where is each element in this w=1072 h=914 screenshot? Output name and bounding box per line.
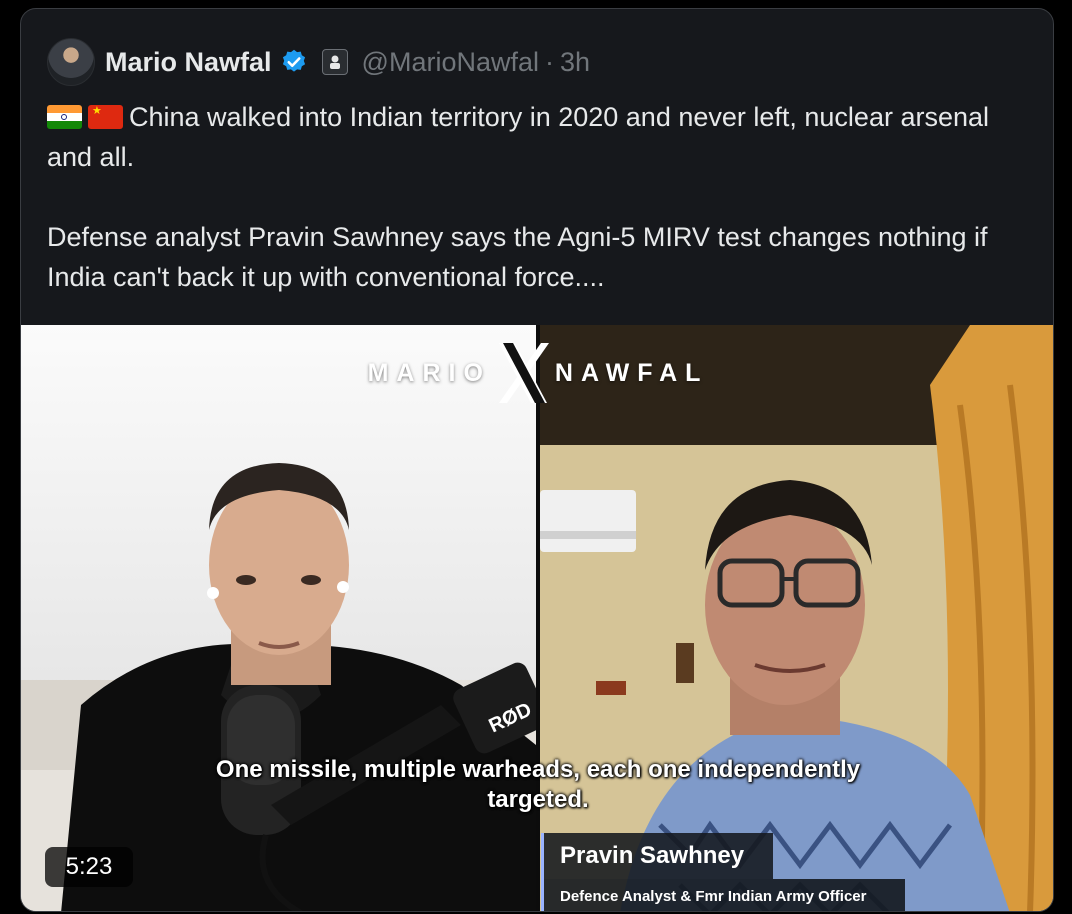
guest-video-panel bbox=[540, 325, 1053, 911]
timestamp[interactable]: 3h bbox=[560, 47, 590, 78]
tweet-paragraph-2: Defense analyst Pravin Sawhney says the … bbox=[47, 222, 988, 292]
author-handle[interactable]: @MarioNawfal bbox=[362, 47, 539, 78]
affiliate-badge-icon[interactable] bbox=[321, 49, 348, 75]
tweet-text: China walked into Indian territory in 20… bbox=[47, 97, 1037, 297]
video-duration-badge: 5:23 bbox=[45, 847, 133, 887]
avatar[interactable] bbox=[47, 38, 95, 86]
x-logo-icon bbox=[498, 343, 549, 403]
dot-separator: · bbox=[545, 46, 554, 77]
tweet-paragraph: China walked into Indian territory in 20… bbox=[47, 97, 1037, 177]
tweet-text-line-1: China walked into Indian territory in 20… bbox=[47, 102, 990, 172]
video-subtitle: One missile, multiple warheads, each one… bbox=[215, 756, 861, 813]
author-name[interactable]: Mario Nawfal bbox=[105, 47, 272, 78]
video-player[interactable]: RØD MARIO NAWFAL One missile, multiple w… bbox=[21, 325, 1053, 911]
tweet-card[interactable]: Mario Nawfal @MarioNawfal · 3h China wal… bbox=[20, 8, 1054, 912]
brand-watermark: MARIO NAWFAL bbox=[21, 343, 1053, 403]
brand-right-text: NAWFAL bbox=[554, 358, 709, 387]
india-flag-icon bbox=[47, 105, 82, 129]
guest-name-lower-third: Pravin Sawhney bbox=[541, 833, 773, 879]
host-video-panel: RØD bbox=[21, 325, 536, 911]
verified-badge-icon[interactable] bbox=[280, 48, 308, 76]
guest-title-lower-third: Defence Analyst & Fmr Indian Army Office… bbox=[541, 879, 905, 911]
brand-left-text: MARIO bbox=[367, 358, 491, 387]
china-flag-icon bbox=[88, 105, 123, 129]
tweet-header: Mario Nawfal @MarioNawfal · 3h bbox=[47, 38, 590, 86]
